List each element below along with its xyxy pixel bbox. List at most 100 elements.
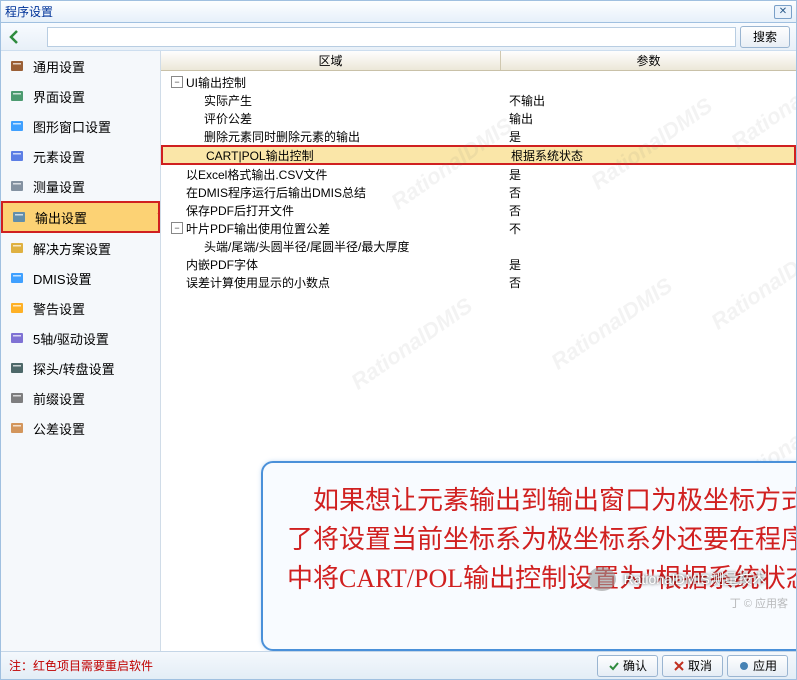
tree-row[interactable]: 头端/尾端/头圆半径/尾圆半径/最大厚度: [161, 237, 796, 255]
sidebar-item[interactable]: 警告设置: [1, 293, 160, 323]
search-button[interactable]: 搜索: [740, 26, 790, 48]
toolbar: 搜索: [1, 23, 796, 51]
tree-value: 是: [501, 256, 796, 273]
tree-row[interactable]: 内嵌PDF字体是: [161, 255, 796, 273]
tree-value: 不输出: [501, 92, 796, 109]
sidebar-icon: [9, 330, 25, 346]
wechat-icon: [588, 567, 616, 591]
tree-row[interactable]: −叶片PDF输出使用位置公差不: [161, 219, 796, 237]
tree-label: 在DMIS程序运行后输出DMIS总结: [161, 184, 501, 201]
sidebar-item-label: 界面设置: [33, 87, 85, 106]
source-badge: RationalDMIS测量技术: [588, 567, 766, 591]
apply-icon: [738, 660, 750, 672]
sidebar-item-label: 警告设置: [33, 299, 85, 318]
sidebar-item-label: 输出设置: [35, 208, 87, 227]
tree-label: −UI输出控制: [161, 74, 501, 91]
sidebar-icon: [9, 270, 25, 286]
sidebar-item-label: 通用设置: [33, 57, 85, 76]
sidebar-item-label: 前缀设置: [33, 389, 85, 408]
tree-label: 评价公差: [161, 110, 501, 127]
sidebar-item[interactable]: 通用设置: [1, 51, 160, 81]
x-icon: [673, 660, 685, 672]
sidebar-icon: [9, 148, 25, 164]
sidebar: 通用设置界面设置图形窗口设置元素设置测量设置输出设置解决方案设置 DMIS设置警告…: [1, 51, 161, 651]
tree-row[interactable]: 以Excel格式输出.CSV文件是: [161, 165, 796, 183]
cancel-button[interactable]: 取消: [662, 655, 723, 677]
sidebar-icon: [9, 240, 25, 256]
tree-row[interactable]: 实际产生不输出: [161, 91, 796, 109]
window-title: 程序设置: [5, 3, 774, 20]
sidebar-item[interactable]: DMIS设置: [1, 263, 160, 293]
sidebar-icon: [9, 390, 25, 406]
annotation-callout: 如果想让元素输出到输出窗口为极坐标方式，除了将设置当前坐标系为极坐标系外还要在程…: [261, 461, 796, 651]
tree-row[interactable]: 评价公差输出: [161, 109, 796, 127]
column-param: 参数: [501, 51, 796, 70]
sidebar-item-label: 解决方案设置: [33, 239, 111, 258]
sidebar-item[interactable]: 解决方案设置: [1, 233, 160, 263]
sidebar-item[interactable]: 界面设置: [1, 81, 160, 111]
expander-icon[interactable]: −: [171, 76, 183, 88]
sidebar-item[interactable]: 5轴/驱动设置: [1, 323, 160, 353]
tree-label: 保存PDF后打开文件: [161, 202, 501, 219]
sidebar-item-label: DMIS设置: [33, 269, 92, 288]
tree-label: 头端/尾端/头圆半径/尾圆半径/最大厚度: [161, 238, 501, 255]
sidebar-item[interactable]: 探头/转盘设置: [1, 353, 160, 383]
table-header: 区域 参数: [161, 51, 796, 71]
tree-value: 是: [501, 128, 796, 145]
titlebar: 程序设置 ✕: [1, 1, 796, 23]
sidebar-icon: [9, 118, 25, 134]
tree-value: 输出: [501, 110, 796, 127]
tree-row[interactable]: −UI输出控制: [161, 73, 796, 91]
sidebar-item-label: 探头/转盘设置: [33, 359, 115, 378]
sidebar-icon: [9, 178, 25, 194]
sidebar-item[interactable]: 元素设置: [1, 141, 160, 171]
tree-label: 删除元素同时删除元素的输出: [161, 128, 501, 145]
tree-label: CART|POL输出控制: [163, 147, 503, 164]
tree-value: 根据系统状态: [503, 147, 794, 164]
sidebar-item-label: 公差设置: [33, 419, 85, 438]
sidebar-item[interactable]: 公差设置: [1, 413, 160, 443]
expander-icon[interactable]: −: [171, 222, 183, 234]
tree-row[interactable]: 删除元素同时删除元素的输出是: [161, 127, 796, 145]
ok-button[interactable]: 确认: [597, 655, 658, 677]
tree-label: 实际产生: [161, 92, 501, 109]
column-region: 区域: [161, 51, 501, 70]
tree-label: 内嵌PDF字体: [161, 256, 501, 273]
sidebar-icon: [9, 300, 25, 316]
tree-value: 否: [501, 274, 796, 291]
sidebar-icon: [9, 420, 25, 436]
sidebar-item-label: 测量设置: [33, 177, 85, 196]
sidebar-item-label: 5轴/驱动设置: [33, 329, 109, 348]
sidebar-item[interactable]: 图形窗口设置: [1, 111, 160, 141]
tree-row[interactable]: 误差计算使用显示的小数点否: [161, 273, 796, 291]
sidebar-item[interactable]: 输出设置: [1, 201, 160, 233]
settings-dialog: 程序设置 ✕ 搜索 通用设置界面设置图形窗口设置元素设置测量设置输出设置解决方案…: [0, 0, 797, 680]
main-area: 通用设置界面设置图形窗口设置元素设置测量设置输出设置解决方案设置 DMIS设置警告…: [1, 51, 796, 651]
sidebar-icon: [9, 360, 25, 376]
tree-value: 否: [501, 184, 796, 201]
search-input[interactable]: [47, 27, 736, 47]
source-text: RationalDMIS测量技术: [624, 569, 766, 589]
tree-row[interactable]: 保存PDF后打开文件否: [161, 201, 796, 219]
sidebar-icon: [9, 58, 25, 74]
close-button[interactable]: ✕: [774, 5, 792, 19]
footer-note: 注：红色项目需要重启软件: [9, 657, 593, 674]
sidebar-item[interactable]: 前缀设置: [1, 383, 160, 413]
tree-label: 误差计算使用显示的小数点: [161, 274, 501, 291]
sidebar-icon: [9, 88, 25, 104]
sidebar-item-label: 元素设置: [33, 147, 85, 166]
tree-label: 以Excel格式输出.CSV文件: [161, 166, 501, 183]
tree-row[interactable]: 在DMIS程序运行后输出DMIS总结否: [161, 183, 796, 201]
sidebar-item[interactable]: 测量设置: [1, 171, 160, 201]
tree-value: 否: [501, 202, 796, 219]
check-icon: [608, 660, 620, 672]
footer: 注：红色项目需要重启软件 确认 取消 应用: [1, 651, 796, 679]
tree-row[interactable]: CART|POL输出控制根据系统状态: [161, 145, 796, 165]
extra-credit: 丁 © 应用客: [730, 595, 788, 611]
back-icon[interactable]: [7, 29, 23, 45]
tree-value: 不: [501, 220, 796, 237]
content-panel: 区域 参数 RationalDMIS RationalDMIS Rational…: [161, 51, 796, 651]
sidebar-item-label: 图形窗口设置: [33, 117, 111, 136]
tree-label: −叶片PDF输出使用位置公差: [161, 220, 501, 237]
apply-button[interactable]: 应用: [727, 655, 788, 677]
